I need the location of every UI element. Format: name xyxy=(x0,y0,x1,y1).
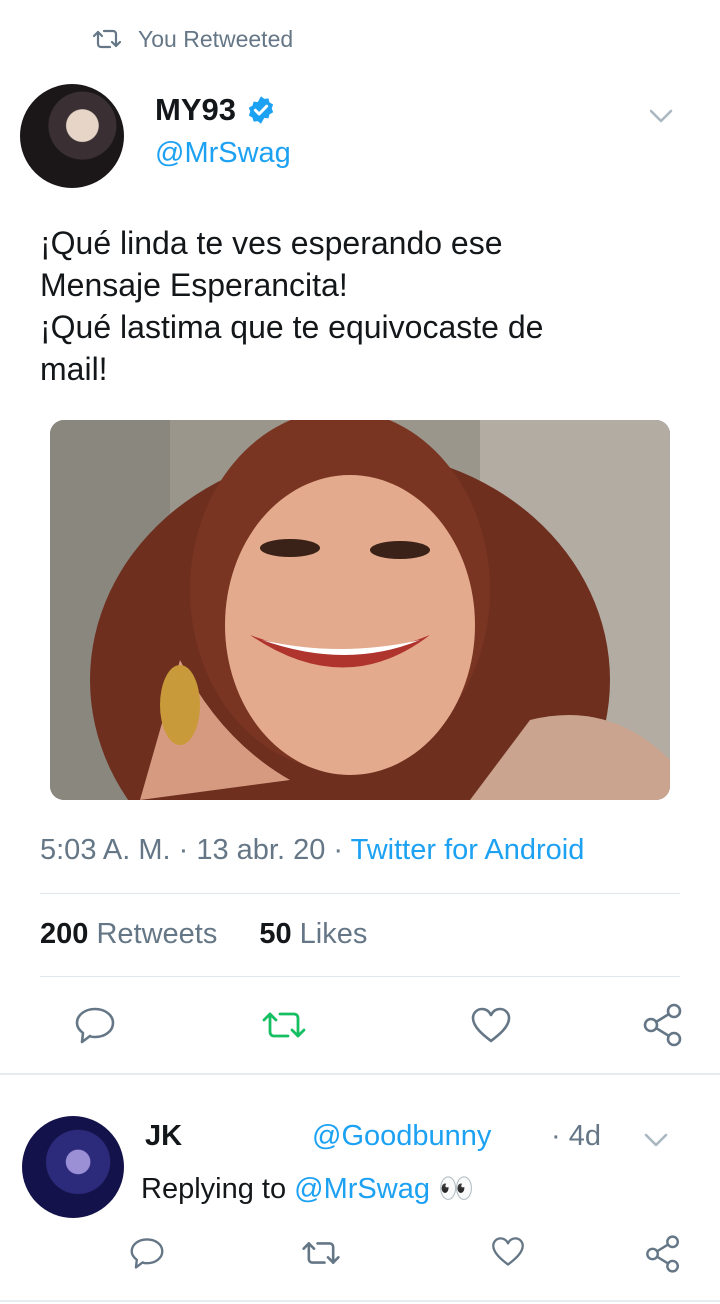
reply-chevron-down-icon[interactable] xyxy=(638,1128,674,1152)
tweet-time: 5:03 A. M. xyxy=(40,834,171,866)
retweet-icon xyxy=(302,1242,340,1264)
reply-time-value: 4d xyxy=(568,1120,601,1152)
tweet-date: 13 abr. 20 xyxy=(196,834,326,866)
bottom-divider xyxy=(0,1300,720,1302)
retweets-count: 200 xyxy=(40,918,89,950)
share-icon xyxy=(646,1235,679,1273)
divider xyxy=(40,976,680,977)
verified-badge-icon xyxy=(248,96,274,124)
like-button[interactable] xyxy=(466,1002,516,1048)
reply-button[interactable] xyxy=(70,1002,120,1048)
author-avatar[interactable] xyxy=(20,84,124,188)
tweet-text: ¡Qué linda te ves esperando ese Mensaje … xyxy=(40,225,544,387)
like-icon xyxy=(471,1007,511,1043)
likes-count: 50 xyxy=(259,918,292,950)
retweets-label: Retweets xyxy=(96,918,218,950)
tweet-meta: 5:03 A. M. · 13 abr. 20 · Twitter for An… xyxy=(40,834,584,867)
replying-to-handle[interactable]: @MrSwag xyxy=(294,1173,430,1205)
eyes-emoji: 👀 xyxy=(438,1173,475,1205)
share-icon xyxy=(643,1003,682,1047)
reply-icon xyxy=(75,1007,115,1044)
reply-reply-button[interactable] xyxy=(127,1234,167,1272)
chevron-down-icon[interactable] xyxy=(643,104,679,128)
retweet-icon xyxy=(92,29,122,49)
tweet-divider xyxy=(0,1073,720,1075)
retweet-context: You Retweeted xyxy=(92,22,293,56)
tweet-stats: 200 Retweets 50 Likes xyxy=(40,918,367,951)
media-photo xyxy=(50,420,670,800)
retweet-icon xyxy=(262,1012,306,1038)
likes-label: Likes xyxy=(299,918,368,950)
meta-separator: · xyxy=(551,1120,569,1152)
reply-share-button[interactable] xyxy=(641,1232,685,1276)
likes-stat[interactable]: 50 Likes xyxy=(259,918,367,951)
reply-like-button[interactable] xyxy=(488,1232,528,1270)
reply-author-avatar[interactable] xyxy=(22,1116,124,1218)
retweet-button[interactable] xyxy=(259,1002,309,1048)
replying-to-prefix: Replying to xyxy=(141,1173,287,1205)
tweet-source-link[interactable]: Twitter for Android xyxy=(351,834,585,866)
reply-author-name[interactable]: JK xyxy=(145,1120,182,1153)
share-button[interactable] xyxy=(638,1000,688,1050)
reply-timestamp: · 4d xyxy=(551,1120,601,1153)
meta-separator: · xyxy=(178,834,197,866)
replying-to-line: Replying to @MrSwag 👀 xyxy=(141,1172,474,1206)
author-handle[interactable]: @MrSwag xyxy=(155,137,291,170)
reply-retweet-button[interactable] xyxy=(299,1234,343,1272)
tweet-media-image[interactable] xyxy=(50,420,670,800)
author-name-row[interactable]: MY93 xyxy=(155,92,276,128)
reply-author-handle[interactable]: @Goodbunny xyxy=(312,1120,491,1153)
meta-separator: · xyxy=(333,834,351,866)
reply-icon xyxy=(130,1238,164,1269)
author-name: MY93 xyxy=(155,92,236,127)
retweets-stat[interactable]: 200 Retweets xyxy=(40,918,217,951)
retweet-context-label: You Retweeted xyxy=(138,25,294,52)
divider xyxy=(40,893,680,894)
like-icon xyxy=(492,1236,524,1266)
